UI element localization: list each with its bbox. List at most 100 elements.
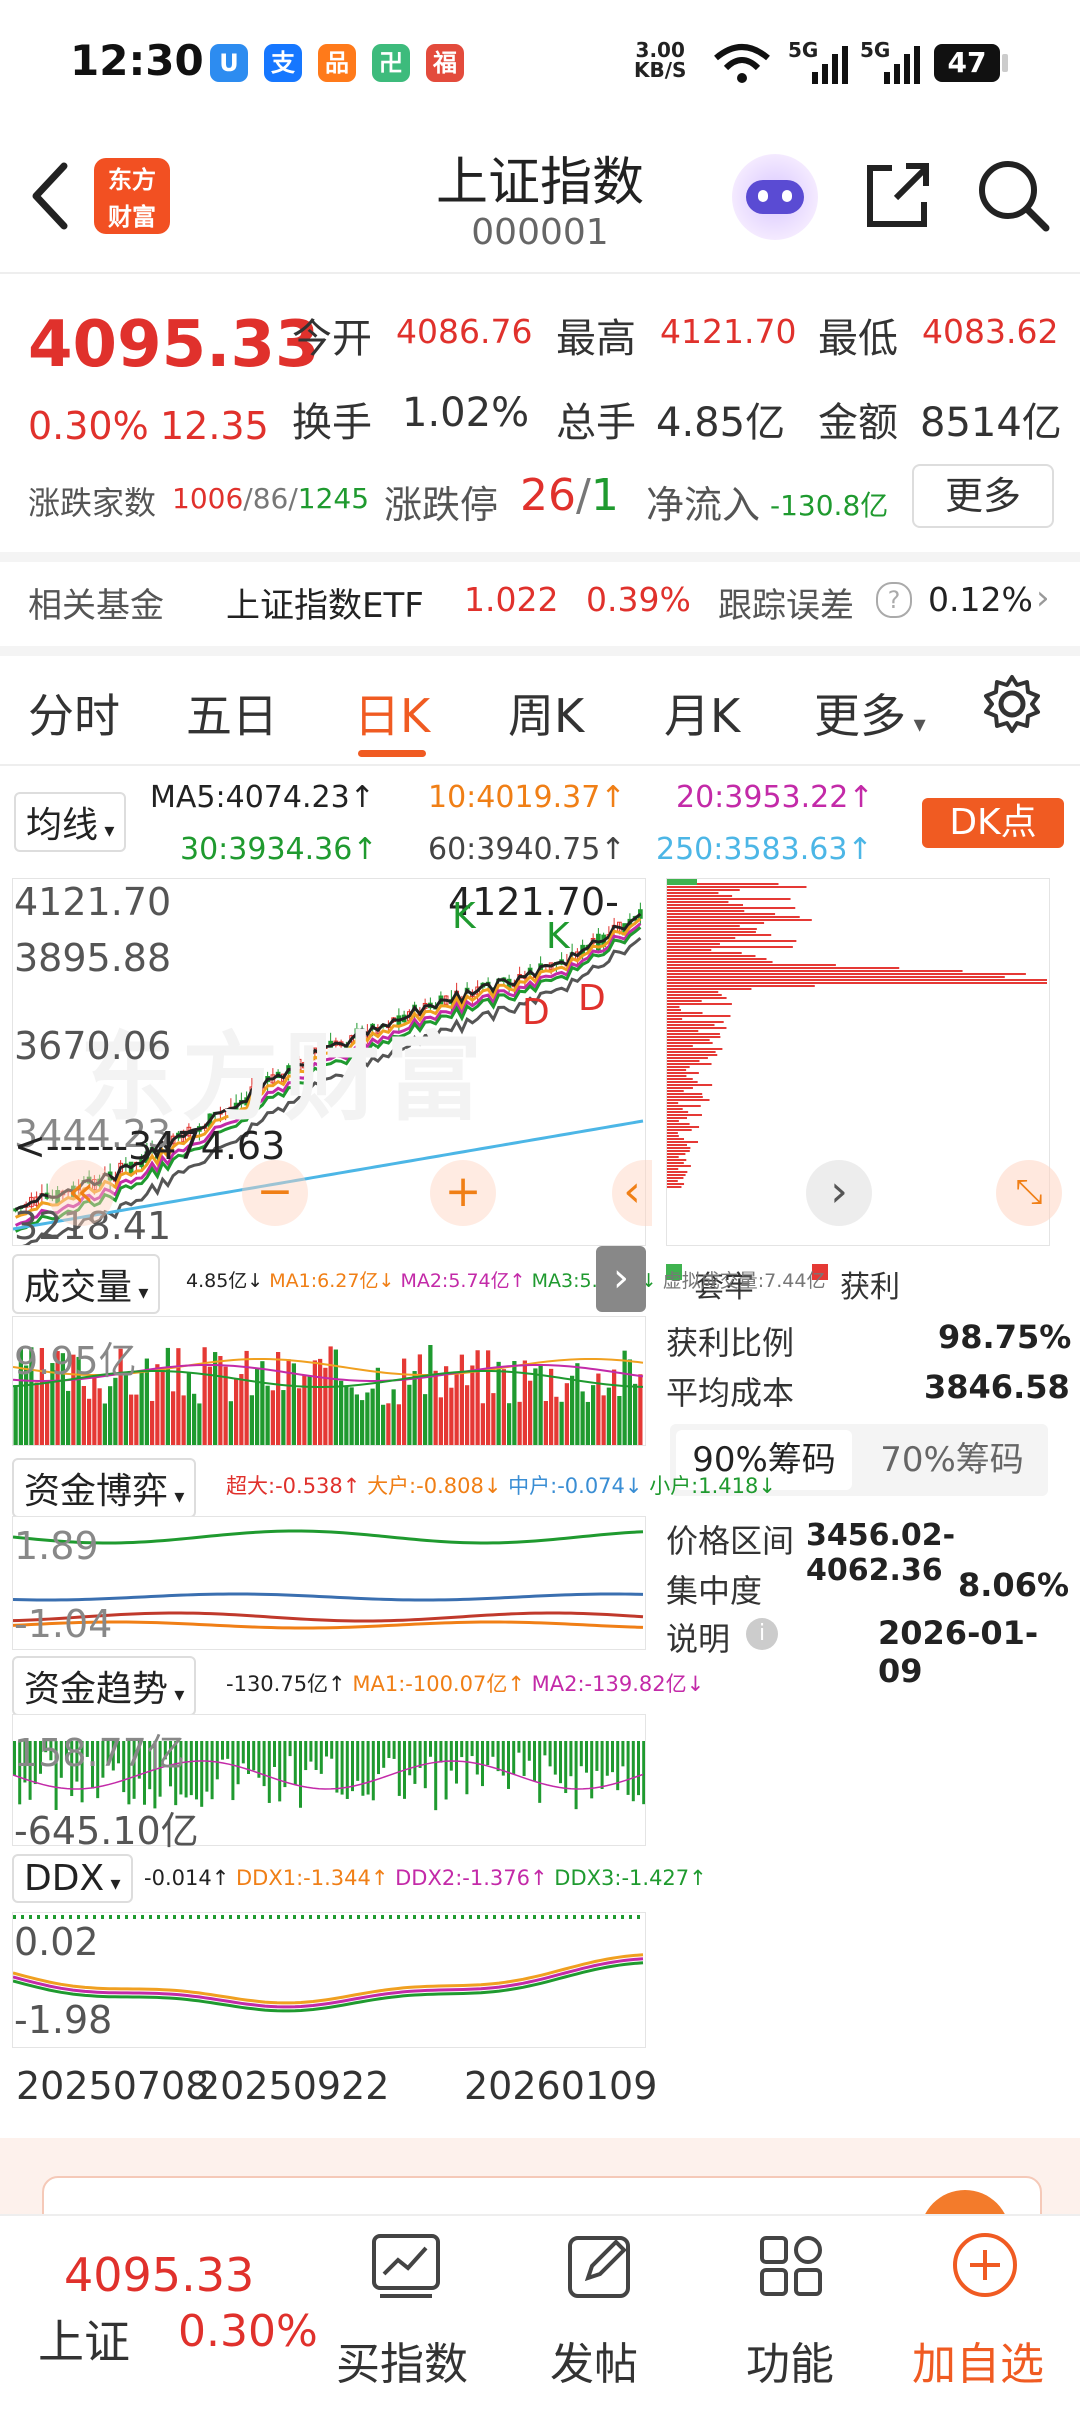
tab-five-day[interactable]: 五日	[186, 680, 278, 746]
tab-daily-k[interactable]: 日K	[354, 680, 430, 746]
breadth-values: 1006/86/1245	[172, 482, 370, 515]
tab-weekly-k[interactable]: 周K	[508, 680, 584, 746]
volume-bar	[160, 1369, 165, 1445]
fund-game-line	[12, 1529, 644, 1545]
volume-bar	[375, 1367, 380, 1445]
chip-bar	[667, 1090, 684, 1092]
d-marker-2: D	[578, 978, 606, 1019]
expand-panel-button[interactable]: ›	[596, 1246, 646, 1312]
zoom-out-button[interactable]: −	[242, 1160, 308, 1226]
chip-bar	[667, 1081, 698, 1083]
dk-point-button[interactable]: DK点	[922, 798, 1064, 848]
open-label: 今开	[292, 316, 372, 362]
volume-bar	[533, 1368, 538, 1445]
chart-trend-icon[interactable]	[370, 2232, 442, 2300]
section-divider	[0, 552, 1080, 562]
chip-bar	[667, 1060, 700, 1062]
nav-post[interactable]: 发帖	[550, 2328, 638, 2392]
volume-bar	[92, 1374, 97, 1445]
settings-gear-icon[interactable]	[982, 674, 1042, 734]
chip-bar	[667, 991, 719, 993]
chip-next-button[interactable]: ›	[806, 1160, 872, 1226]
chip-bar	[667, 904, 744, 906]
share-icon[interactable]	[862, 160, 932, 232]
volume-bar	[633, 1383, 638, 1445]
ma-selector[interactable]: 均线 ▾	[14, 792, 127, 852]
ddx-bar	[397, 1915, 400, 1919]
help-icon[interactable]: ?	[876, 582, 912, 618]
fund-trend-bar	[293, 1741, 297, 1785]
ddx-bar	[197, 1915, 200, 1919]
chip-bar	[667, 1039, 710, 1041]
ddx-bar	[541, 1915, 544, 1919]
volume-selector[interactable]: 成交量 ▾	[12, 1254, 161, 1314]
header-divider	[0, 272, 1080, 274]
section-divider-2	[0, 646, 1080, 656]
fund-trend-bar	[460, 1741, 464, 1758]
fund-trend-bar	[481, 1741, 484, 1787]
volume-bar	[265, 1385, 270, 1445]
chip-bar	[667, 955, 756, 957]
chip-bar	[667, 1024, 715, 1026]
ddx-bar	[557, 1915, 560, 1919]
volume-bar	[517, 1401, 522, 1445]
fund-trend-bar	[538, 1741, 542, 1803]
fund-trend-bar	[522, 1741, 526, 1776]
ddx-bar	[477, 1915, 480, 1919]
fund-name[interactable]: 上证指数ETF	[226, 578, 424, 627]
tab-more[interactable]: 更多 ▾	[814, 680, 926, 746]
ddx-selector[interactable]: DDX ▾	[12, 1854, 133, 1903]
search-icon[interactable]	[976, 158, 1052, 234]
scroll-left-fast-button[interactable]: «	[48, 1160, 114, 1226]
tab-monthly-k[interactable]: 月K	[664, 680, 740, 746]
profit-legend: 获利	[840, 1270, 900, 1305]
tracking-label: 跟踪误差	[718, 586, 854, 626]
fund-trend-bar	[309, 1741, 313, 1762]
fund-game-selector[interactable]: 资金博弈 ▾	[12, 1458, 197, 1518]
nav-function[interactable]: 功能	[746, 2328, 834, 2392]
bottom-index-name: 上证	[38, 2315, 130, 2369]
ddx-bar	[589, 1915, 592, 1919]
ddx-bar	[173, 1915, 176, 1919]
zoom-in-button[interactable]: +	[430, 1160, 496, 1226]
fund-trend-selector[interactable]: 资金趋势 ▾	[12, 1656, 197, 1716]
tab-intraday[interactable]: 分时	[28, 680, 120, 746]
info-icon[interactable]: i	[746, 1618, 778, 1650]
chevron-right-icon[interactable]: ›	[1036, 578, 1050, 618]
volume-bar	[165, 1347, 170, 1445]
fund-trend-bar	[241, 1741, 245, 1764]
more-quote-button[interactable]: 更多	[912, 464, 1054, 528]
expand-icon[interactable]: ⤡	[996, 1160, 1062, 1226]
chip-bar	[667, 1096, 703, 1098]
fund-trend-bar	[408, 1741, 412, 1776]
nav-add-watchlist[interactable]: 加自选	[912, 2328, 1044, 2392]
add-favorite-icon[interactable]	[950, 2230, 1020, 2300]
chip-bar	[667, 1129, 692, 1131]
fund-price: 1.022	[464, 580, 559, 619]
signal-icon-2	[884, 46, 920, 84]
chip-bar	[667, 901, 729, 903]
chip-bar	[667, 1054, 718, 1056]
volume-bar	[276, 1352, 281, 1445]
volume-bar	[139, 1370, 144, 1445]
ddx-bar	[77, 1915, 80, 1919]
chip-bar	[667, 1153, 686, 1155]
ddx-bar	[221, 1915, 224, 1919]
fund-trend-info: -130.75亿↑ MA1:-100.07亿↑ MA2:-139.82亿↓	[226, 1672, 705, 1696]
chip-bar	[667, 931, 756, 933]
fund-trend-bar	[195, 1741, 198, 1800]
assistant-avatar-icon[interactable]	[732, 154, 818, 240]
fund-trend-bar	[595, 1741, 599, 1771]
grid-function-icon[interactable]	[756, 2232, 828, 2300]
inflow-label: 净流入	[646, 483, 761, 527]
fund-trend-bar	[621, 1741, 625, 1767]
volume-bar	[501, 1369, 506, 1445]
volume-bar	[113, 1377, 118, 1445]
fund-trend-bar	[189, 1741, 193, 1796]
edit-post-icon[interactable]	[564, 2232, 636, 2300]
nav-buy-index[interactable]: 买指数	[336, 2328, 468, 2392]
volume-bar	[13, 1385, 18, 1445]
tab-70-chips[interactable]: 70%筹码	[864, 1430, 1040, 1490]
volume-bar	[129, 1394, 134, 1445]
volume-bar	[318, 1358, 323, 1445]
